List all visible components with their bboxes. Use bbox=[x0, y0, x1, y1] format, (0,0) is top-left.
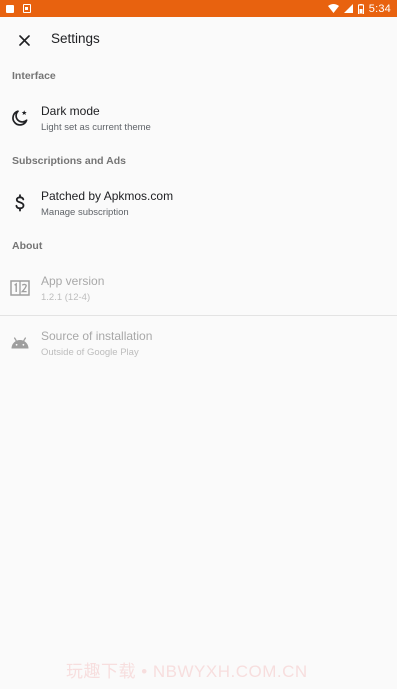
dollar-icon bbox=[10, 193, 30, 213]
close-button[interactable] bbox=[12, 28, 36, 52]
wifi-icon bbox=[327, 4, 339, 13]
setting-subscription[interactable]: Patched by Apkmos.com Manage subscriptio… bbox=[0, 180, 397, 228]
setting-subtitle: Light set as current theme bbox=[41, 122, 151, 133]
app-bar: Settings bbox=[0, 17, 397, 62]
setting-dark-mode[interactable]: Dark mode Light set as current theme bbox=[0, 95, 397, 143]
battery-icon bbox=[357, 3, 364, 14]
status-notifications bbox=[6, 4, 31, 13]
setting-title: App version bbox=[41, 274, 105, 288]
notification-icon bbox=[6, 4, 14, 13]
setting-subtitle: 1.2.1 (12-4) bbox=[41, 292, 91, 303]
status-bar: 5:34 bbox=[0, 0, 397, 17]
setting-subtitle: Manage subscription bbox=[41, 207, 129, 218]
page-title: Settings bbox=[51, 31, 100, 46]
setting-title: Source of installation bbox=[41, 329, 153, 343]
setting-subtitle: Outside of Google Play bbox=[41, 347, 139, 358]
status-indicators: 5:34 bbox=[327, 2, 391, 15]
version-number-icon bbox=[10, 278, 30, 298]
android-icon bbox=[10, 333, 30, 353]
moon-star-icon bbox=[10, 108, 30, 128]
image-notification-icon bbox=[23, 4, 31, 13]
status-time: 5:34 bbox=[368, 2, 391, 15]
close-icon bbox=[18, 34, 30, 46]
setting-source-of-installation[interactable]: Source of installation Outside of Google… bbox=[0, 320, 397, 370]
divider bbox=[0, 315, 397, 316]
setting-title: Patched by Apkmos.com bbox=[41, 189, 174, 203]
section-header-about: About bbox=[12, 240, 43, 252]
signal-icon bbox=[343, 4, 353, 13]
setting-app-version[interactable]: App version 1.2.1 (12-4) bbox=[0, 265, 397, 315]
watermark: 玩趣下载 • NBWYXH.COM.CN bbox=[66, 662, 308, 681]
section-header-subscriptions: Subscriptions and Ads bbox=[12, 155, 126, 167]
setting-title: Dark mode bbox=[41, 104, 100, 118]
section-header-interface: Interface bbox=[12, 70, 56, 82]
